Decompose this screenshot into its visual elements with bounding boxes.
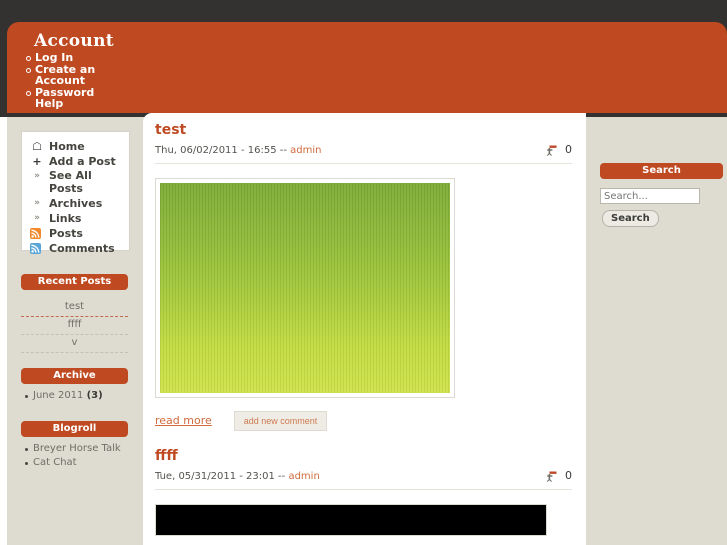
post-submitted-line: Tue, 05/31/2011 - 23:01 -- admin 0 [155,469,572,490]
blogroll-item[interactable]: Breyer Horse Talk [25,442,128,456]
rss-icon-blue [30,243,41,254]
add-new-comment-button[interactable]: add new comment [233,411,328,431]
archive-list: June 2011 (3) [21,389,128,403]
primary-nav-list: ☖ Home + Add a Post » See All Posts » Ar… [22,132,129,256]
post-image-frame [155,178,455,398]
recent-post-item[interactable]: ffff [21,317,128,335]
recent-posts-list: test ffff v [21,299,128,353]
browser-chrome-strip [0,0,727,22]
comment-count-icon [545,470,558,483]
chevron-right-icon: » [34,171,40,181]
chevron-right-icon: » [34,213,40,223]
blogroll-body: Breyer Horse Talk Cat Chat [21,442,128,470]
comment-count-wrap: 0 [545,143,572,157]
post-author[interactable]: admin [290,145,321,156]
post-submitted-line: Thu, 06/02/2011 - 16:55 -- admin 0 [155,143,572,164]
main-content: test Thu, 06/02/2011 - 16:55 -- admin 0 [143,113,586,545]
comment-count-value: 0 [565,469,572,482]
post-author[interactable]: admin [288,471,319,482]
post-body [155,164,572,398]
archive-item-label: June 2011 [33,390,84,401]
nav-item-label: Posts [49,227,83,240]
comment-count-value: 0 [565,143,572,156]
read-more-link[interactable]: read more [155,411,212,431]
chevron-right-icon: » [34,198,40,208]
sidebar-right: Search Search [586,117,727,545]
post-title[interactable]: ffff [155,449,572,464]
blogroll-title: Blogroll [21,421,128,437]
nav-item-label: Archives [49,197,103,210]
nav-item-label: Comments [49,242,115,255]
nav-item-see-all-posts[interactable]: » See All Posts [22,169,129,196]
search-button[interactable]: Search [602,210,659,227]
post-article: test Thu, 06/02/2011 - 16:55 -- admin 0 [143,113,586,445]
nav-item-comments[interactable]: Comments [22,241,129,256]
recent-post-item[interactable]: v [21,335,128,353]
nav-item-add-a-post[interactable]: + Add a Post [22,154,129,169]
nav-item-label: Links [49,212,82,225]
post-image-black [155,504,547,536]
comment-count-icon [545,144,558,157]
account-menu-item-password-help[interactable]: Password Help [26,85,113,110]
post-date: Thu, 06/02/2011 - 16:55 -- [155,145,287,156]
recent-posts-body: test ffff v [21,299,128,353]
nav-item-posts[interactable]: Posts [22,226,129,241]
search-block-title: Search [600,163,723,179]
nav-item-archives[interactable]: » Archives [22,196,129,211]
rss-icon-orange [30,228,41,239]
nav-item-label: Add a Post [49,155,116,168]
account-menu-label: Password Help [35,85,95,110]
archive-title: Archive [21,368,128,384]
post-image-green-texture [160,183,450,393]
post-date: Tue, 05/31/2011 - 23:01 -- [155,471,286,482]
archive-item-count: (3) [86,390,103,401]
account-menu-item-create-an-account[interactable]: Create an Account [26,62,113,87]
comment-count-wrap: 0 [545,469,572,483]
account-menu-label: Create an Account [35,62,96,87]
plus-icon: + [32,155,42,168]
nav-item-home[interactable]: ☖ Home [22,139,129,154]
post-title[interactable]: test [155,123,572,138]
search-input[interactable] [600,188,700,204]
left-margin-strip [0,117,7,545]
post-links-row: read more add new comment [155,398,572,445]
account-menu: Log In Create an Account Password Help [21,52,113,110]
recent-posts-title: Recent Posts [21,274,128,290]
recent-post-item[interactable]: test [21,299,128,317]
site-title: Account [34,31,114,51]
page-root: Account Log In Create an Account Passwor… [0,0,727,545]
blogroll-list: Breyer Horse Talk Cat Chat [21,442,128,470]
sidebar-left: ☖ Home + Add a Post » See All Posts » Ar… [7,117,143,545]
archive-body: June 2011 (3) [21,389,128,403]
blogroll-item[interactable]: Cat Chat [25,456,128,470]
nav-item-label: Home [49,140,85,153]
post-body [155,490,572,536]
site-header: Account Log In Create an Account Passwor… [7,22,727,113]
post-article: ffff Tue, 05/31/2011 - 23:01 -- admin 0 [143,445,586,536]
nav-item-links[interactable]: » Links [22,211,129,226]
primary-nav-box: ☖ Home + Add a Post » See All Posts » Ar… [21,131,130,255]
nav-item-label: See All Posts [49,169,92,195]
archive-item[interactable]: June 2011 (3) [25,389,128,403]
home-icon: ☖ [32,140,42,153]
